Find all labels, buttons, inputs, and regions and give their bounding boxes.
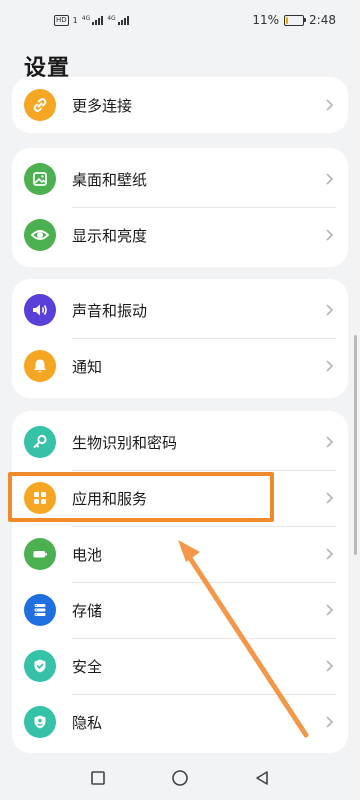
settings-group-connections: 更多连接 — [12, 77, 348, 133]
settings-item-label: 桌面和壁纸 — [72, 170, 148, 189]
settings-item-biometrics-password[interactable]: 生物识别和密码 — [12, 414, 348, 470]
apps-icon — [24, 482, 56, 514]
battery-percent: 11% — [252, 13, 280, 27]
settings-item-label: 电池 — [72, 545, 103, 564]
settings-item-display-brightness[interactable]: 显示和亮度 — [12, 207, 348, 263]
chevron-right-icon — [326, 548, 334, 560]
circle-icon — [172, 770, 188, 786]
settings-item-label: 隐私 — [72, 713, 103, 732]
status-left: HD 1 4G 4G — [54, 14, 129, 26]
chevron-right-icon — [326, 304, 334, 316]
settings-item-privacy[interactable]: 隐私 — [12, 694, 348, 750]
signal-icon-2: 4G — [107, 15, 129, 25]
chevron-right-icon — [326, 99, 334, 111]
back-button[interactable] — [250, 766, 274, 790]
settings-item-label: 显示和亮度 — [72, 226, 148, 245]
chevron-right-icon — [326, 173, 334, 185]
chevron-right-icon — [326, 660, 334, 672]
settings-item-label: 应用和服务 — [72, 489, 148, 508]
triangle-back-icon — [256, 771, 268, 785]
shield-check-icon — [24, 650, 56, 682]
settings-item-label: 存储 — [72, 601, 103, 620]
settings-item-label: 生物识别和密码 — [72, 433, 178, 452]
settings-item-label: 通知 — [72, 357, 103, 376]
settings-item-notifications[interactable]: 通知 — [12, 338, 348, 394]
settings-item-sound-vibration[interactable]: 声音和振动 — [12, 282, 348, 338]
key-icon — [24, 426, 56, 458]
chevron-right-icon — [326, 229, 334, 241]
settings-item-label: 安全 — [72, 657, 103, 676]
chevron-right-icon — [326, 716, 334, 728]
settings-item-label: 更多连接 — [72, 96, 133, 115]
chevron-right-icon — [326, 604, 334, 616]
signal-icon-1: 4G — [82, 15, 104, 25]
settings-group-sound-notify: 声音和振动 通知 — [12, 279, 348, 398]
status-right: 11% 2:48 — [252, 13, 336, 27]
sim1-icon: 1 — [72, 15, 78, 25]
settings-item-battery[interactable]: 电池 — [12, 526, 348, 582]
wallpaper-icon — [24, 163, 56, 195]
navigation-bar — [0, 756, 360, 800]
settings-item-security[interactable]: 安全 — [12, 638, 348, 694]
hd-badge: HD — [54, 14, 69, 26]
speaker-icon — [24, 294, 56, 326]
status-bar: HD 1 4G 4G 11% 2:48 — [0, 0, 360, 40]
home-button[interactable] — [168, 766, 192, 790]
chevron-right-icon — [326, 492, 334, 504]
privacy-icon — [24, 706, 56, 738]
settings-item-apps-services[interactable]: 应用和服务 — [12, 470, 348, 526]
settings-item-storage[interactable]: 存储 — [12, 582, 348, 638]
clock: 2:48 — [309, 13, 336, 27]
square-icon — [91, 771, 105, 785]
settings-item-more-connections[interactable]: 更多连接 — [12, 77, 348, 133]
battery-icon — [284, 14, 307, 26]
chevron-right-icon — [326, 360, 334, 372]
scrollbar[interactable] — [354, 335, 357, 555]
recent-apps-button[interactable] — [86, 766, 110, 790]
link-icon — [24, 89, 56, 121]
battery-icon — [24, 538, 56, 570]
settings-group-display: 桌面和壁纸 显示和亮度 — [12, 148, 348, 267]
storage-icon — [24, 594, 56, 626]
eye-icon — [24, 219, 56, 251]
settings-group-system: 生物识别和密码 应用和服务 电池 存储 安全 隐私 — [12, 411, 348, 753]
settings-item-desktop-wallpaper[interactable]: 桌面和壁纸 — [12, 151, 348, 207]
settings-item-label: 声音和振动 — [72, 301, 148, 320]
bell-icon — [24, 350, 56, 382]
chevron-right-icon — [326, 436, 334, 448]
